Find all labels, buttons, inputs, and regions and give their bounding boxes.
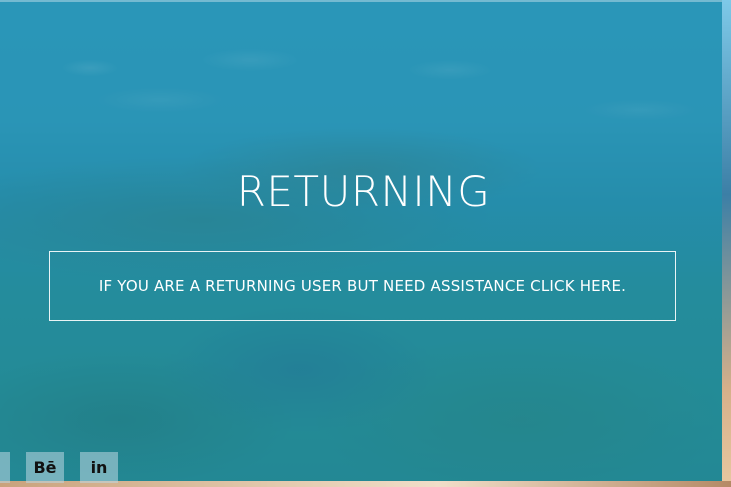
linkedin-icon: in [90,458,108,477]
teal-overlay [0,0,731,487]
assistance-button[interactable]: IF YOU ARE A RETURNING USER BUT NEED ASS… [49,251,676,321]
hero-section: RETURNING IF YOU ARE A RETURNING USER BU… [0,0,731,487]
linkedin-button[interactable]: in [80,452,118,483]
page-title: RETURNING [236,167,491,216]
assistance-text: IF YOU ARE A RETURNING USER BUT NEED ASS… [98,277,627,295]
social-button-partial[interactable] [0,452,10,483]
top-border [0,0,731,2]
behance-icon: Bē [33,458,57,477]
behance-button[interactable]: Bē [26,452,64,483]
social-links: Bē in [0,452,118,483]
right-edge-strip [722,0,731,487]
